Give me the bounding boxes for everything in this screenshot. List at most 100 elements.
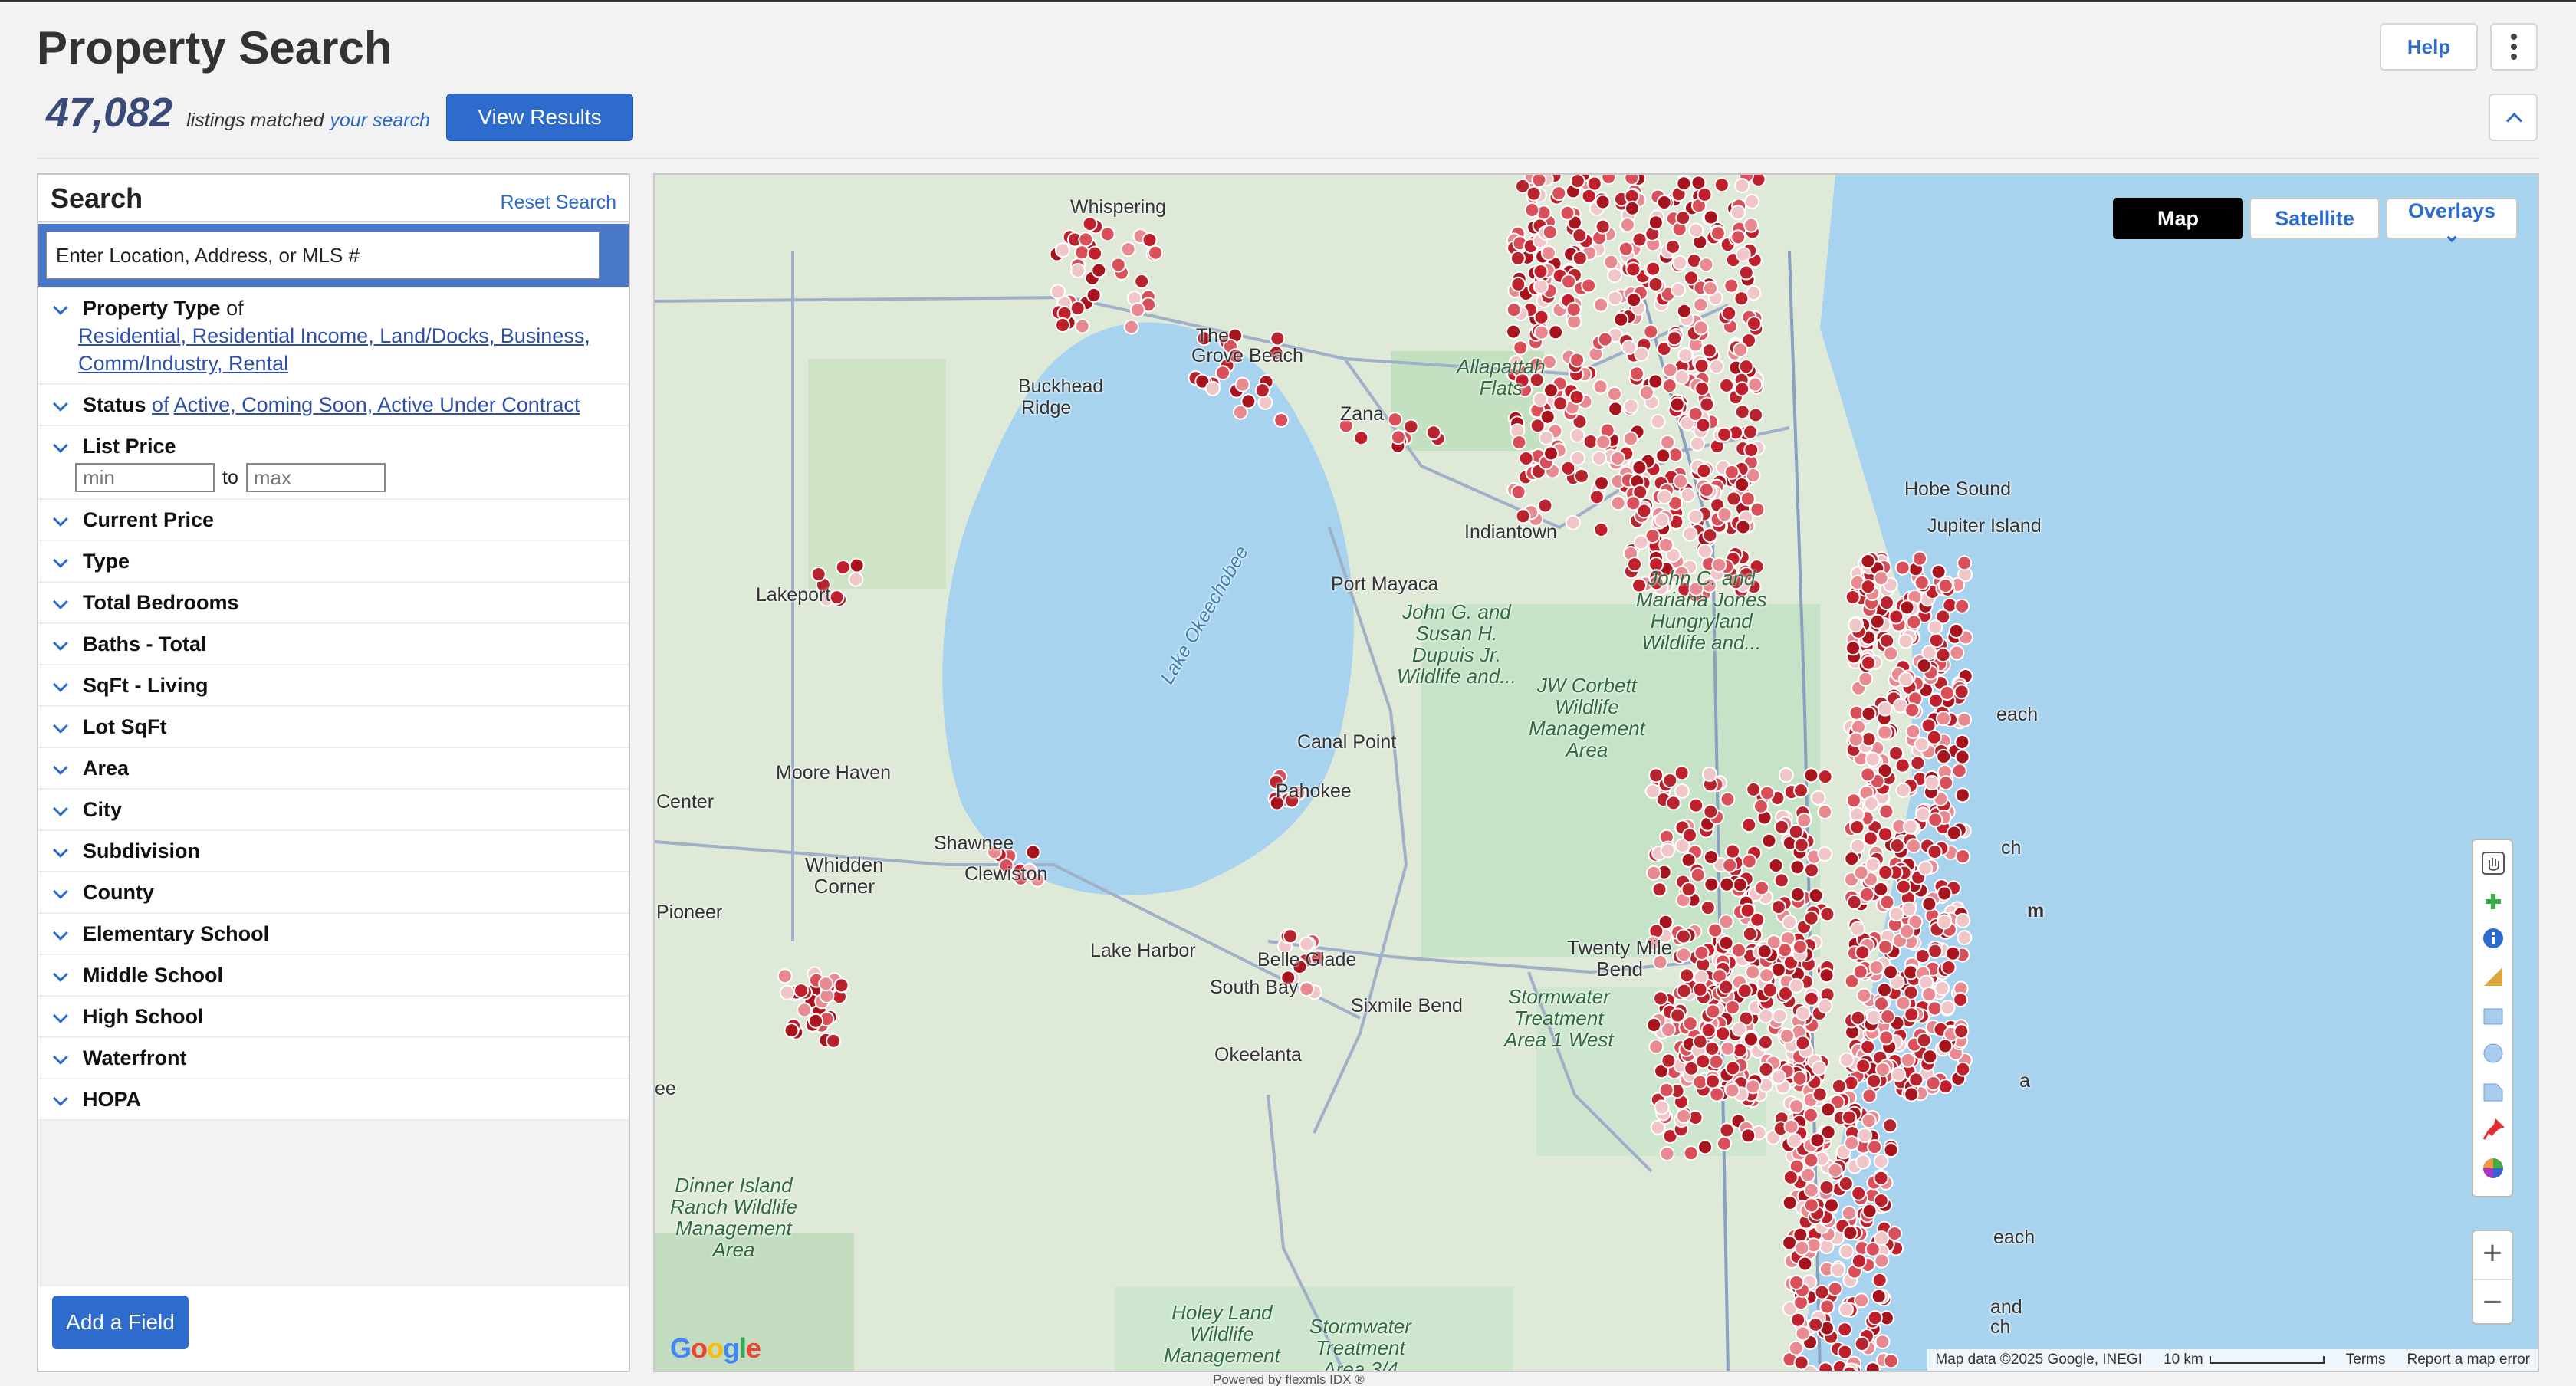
listing-pin[interactable] — [1819, 906, 1835, 922]
listing-pin[interactable] — [1837, 1322, 1853, 1338]
listing-pin[interactable] — [1874, 1253, 1890, 1269]
listing-pin[interactable] — [1593, 521, 1609, 537]
listing-pin[interactable] — [1569, 175, 1585, 189]
more-options-button[interactable] — [2490, 23, 2538, 71]
listing-pin[interactable] — [1743, 442, 1760, 458]
field-current-price[interactable]: Current Price — [38, 500, 629, 541]
listing-pin[interactable] — [1866, 1073, 1882, 1089]
listing-pin[interactable] — [1648, 767, 1664, 783]
listing-pin[interactable] — [1788, 823, 1804, 839]
listing-pin[interactable] — [1353, 430, 1369, 446]
listing-pin[interactable] — [1782, 915, 1798, 931]
listing-pin[interactable] — [1922, 1049, 1938, 1065]
listing-pin[interactable] — [1927, 619, 1944, 636]
listing-pin[interactable] — [1646, 1017, 1662, 1033]
listing-pin[interactable] — [1946, 825, 1962, 841]
listing-pin[interactable] — [1855, 944, 1871, 961]
listing-pin[interactable] — [1917, 860, 1934, 876]
listing-pin[interactable] — [1625, 261, 1641, 278]
listing-pin[interactable] — [1845, 793, 1861, 809]
listing-pin[interactable] — [1676, 176, 1692, 192]
listing-pin[interactable] — [1582, 434, 1598, 450]
listing-pin[interactable] — [1873, 882, 1889, 898]
listing-pin[interactable] — [1671, 282, 1687, 298]
listing-pin[interactable] — [1655, 448, 1671, 464]
listing-pin[interactable] — [1703, 849, 1719, 865]
listing-pin[interactable] — [1844, 851, 1860, 867]
listing-pin[interactable] — [1645, 865, 1661, 881]
listing-pin[interactable] — [1700, 1022, 1717, 1038]
listing-pin[interactable] — [1740, 902, 1756, 918]
listing-pin[interactable] — [1935, 647, 1951, 663]
listing-pin[interactable] — [1705, 1003, 1721, 1020]
listing-pin[interactable] — [1624, 200, 1640, 216]
listing-pin[interactable] — [1887, 1225, 1903, 1241]
listing-pin[interactable] — [1860, 767, 1876, 783]
listing-pin[interactable] — [810, 567, 826, 583]
listing-pin[interactable] — [1778, 767, 1794, 783]
listing-pin[interactable] — [1860, 1039, 1876, 1055]
listing-pin[interactable] — [1921, 896, 1937, 912]
listing-pin[interactable] — [1803, 767, 1819, 783]
listing-pin[interactable] — [1703, 281, 1719, 297]
listing-pin[interactable] — [1838, 1052, 1855, 1068]
field-type[interactable]: Type — [38, 541, 629, 583]
listing-pin[interactable] — [1681, 882, 1697, 898]
listing-pin[interactable] — [1817, 998, 1833, 1014]
listing-pin[interactable] — [1925, 1076, 1941, 1092]
listing-pin[interactable] — [1025, 844, 1041, 860]
listing-pin[interactable] — [1070, 262, 1086, 278]
listing-pin[interactable] — [1648, 276, 1664, 292]
listing-pin[interactable] — [1745, 964, 1761, 980]
field-city[interactable]: City — [38, 790, 629, 831]
listing-pin[interactable] — [1867, 1139, 1883, 1155]
listing-pin[interactable] — [1510, 250, 1526, 266]
add-field-button[interactable]: Add a Field — [52, 1296, 189, 1349]
listing-pin[interactable] — [1877, 701, 1893, 717]
listing-pin[interactable] — [1674, 783, 1690, 800]
listing-pin[interactable] — [1861, 705, 1877, 721]
listing-pin[interactable] — [1735, 246, 1751, 262]
listing-pin[interactable] — [1819, 967, 1835, 984]
listing-pin[interactable] — [1692, 1074, 1708, 1090]
listing-pin[interactable] — [1533, 264, 1549, 280]
listing-pin[interactable] — [1724, 1082, 1740, 1099]
listing-pin[interactable] — [1718, 934, 1734, 951]
property-type-value-link[interactable]: Residential, Residential Income, Land/Do… — [78, 324, 590, 375]
listing-pin[interactable] — [1878, 803, 1894, 819]
listing-pin[interactable] — [1793, 1295, 1809, 1311]
listing-pin[interactable] — [1914, 737, 1930, 753]
listing-pin[interactable] — [1937, 885, 1953, 902]
listing-pin[interactable] — [1937, 577, 1953, 593]
listing-pin[interactable] — [1845, 589, 1861, 605]
listing-pin[interactable] — [1664, 238, 1681, 255]
listing-pin[interactable] — [1745, 1079, 1761, 1095]
listing-pin[interactable] — [1904, 1007, 1920, 1023]
status-value-link[interactable]: Active, Coming Soon, Active Under Contra… — [174, 393, 580, 416]
pushpin-icon[interactable] — [2481, 1118, 2505, 1142]
listing-pin[interactable] — [1949, 645, 1965, 661]
listing-pin[interactable] — [1694, 944, 1710, 961]
listing-pin[interactable] — [1953, 684, 1970, 700]
listing-pin[interactable] — [1738, 264, 1754, 281]
listing-pin[interactable] — [1548, 324, 1564, 340]
map-view-button[interactable]: Map — [2113, 198, 2243, 239]
listing-pin[interactable] — [1820, 1102, 1836, 1118]
field-lot-sqft[interactable]: Lot SqFt — [38, 707, 629, 748]
listing-pin[interactable] — [1797, 1256, 1813, 1272]
listing-pin[interactable] — [1810, 790, 1826, 806]
listing-pin[interactable] — [1867, 1310, 1883, 1326]
listing-pin[interactable] — [1921, 645, 1937, 661]
listing-pin[interactable] — [1873, 570, 1889, 586]
listing-pin[interactable] — [1723, 464, 1740, 480]
listing-pin[interactable] — [1707, 922, 1723, 938]
field-subdivision[interactable]: Subdivision — [38, 831, 629, 872]
listing-pin[interactable] — [1628, 366, 1644, 382]
listing-pin[interactable] — [1746, 316, 1762, 332]
listing-pin[interactable] — [1908, 1072, 1924, 1088]
listing-pin[interactable] — [1730, 205, 1746, 221]
listing-pin[interactable] — [1873, 1170, 1889, 1186]
listing-pin[interactable] — [1718, 979, 1734, 995]
listing-pin[interactable] — [1540, 245, 1556, 261]
listing-pin[interactable] — [1693, 320, 1709, 336]
